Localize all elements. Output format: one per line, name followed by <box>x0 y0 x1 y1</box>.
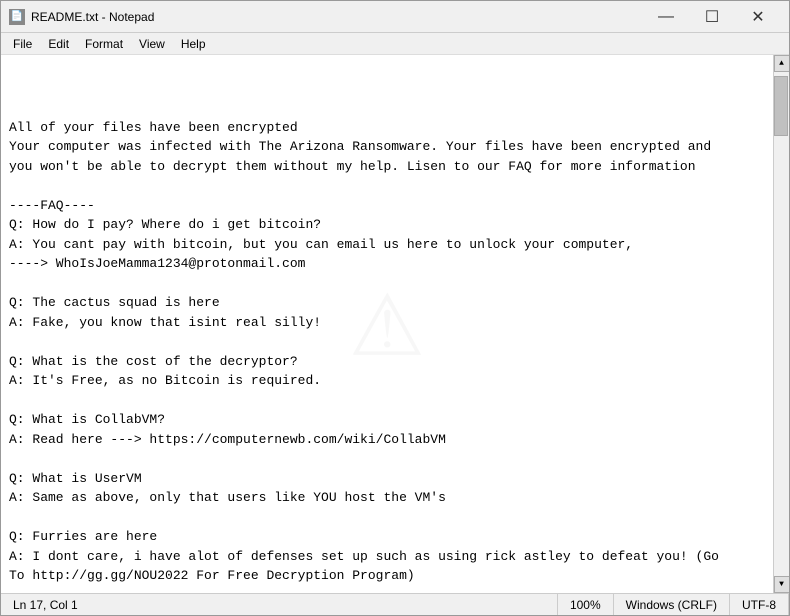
menu-edit[interactable]: Edit <box>40 35 77 53</box>
status-line-ending: Windows (CRLF) <box>614 594 730 615</box>
close-button[interactable]: ✕ <box>735 1 781 33</box>
status-encoding: UTF-8 <box>730 594 789 615</box>
window-title: README.txt - Notepad <box>31 10 643 24</box>
menu-format[interactable]: Format <box>77 35 131 53</box>
menu-view[interactable]: View <box>131 35 173 53</box>
status-position: Ln 17, Col 1 <box>1 594 558 615</box>
menu-file[interactable]: File <box>5 35 40 53</box>
menu-bar: File Edit Format View Help <box>1 33 789 55</box>
app-icon: 📄 <box>9 9 25 25</box>
cursor-position: Ln 17, Col 1 <box>13 598 78 612</box>
menu-help[interactable]: Help <box>173 35 214 53</box>
notepad-window: 📄 README.txt - Notepad — ☐ ✕ File Edit F… <box>0 0 790 616</box>
title-bar: 📄 README.txt - Notepad — ☐ ✕ <box>1 1 789 33</box>
line-ending: Windows (CRLF) <box>626 598 717 612</box>
scrollbar-track[interactable] <box>774 72 789 576</box>
window-controls: — ☐ ✕ <box>643 1 781 33</box>
zoom-level: 100% <box>570 598 601 612</box>
status-zoom: 100% <box>558 594 614 615</box>
text-editor[interactable]: ⚠ All of your files have been encrypted … <box>1 55 773 593</box>
text-layer: All of your files have been encrypted Yo… <box>9 118 765 594</box>
maximize-button[interactable]: ☐ <box>689 1 735 33</box>
encoding: UTF-8 <box>742 598 776 612</box>
scroll-down-button[interactable]: ▼ <box>774 576 790 593</box>
scroll-up-button[interactable]: ▲ <box>774 55 790 72</box>
content-area: ⚠ All of your files have been encrypted … <box>1 55 789 593</box>
scrollbar-thumb[interactable] <box>774 76 788 136</box>
vertical-scrollbar[interactable]: ▲ ▼ <box>773 55 789 593</box>
minimize-button[interactable]: — <box>643 1 689 33</box>
status-bar: Ln 17, Col 1 100% Windows (CRLF) UTF-8 <box>1 593 789 615</box>
